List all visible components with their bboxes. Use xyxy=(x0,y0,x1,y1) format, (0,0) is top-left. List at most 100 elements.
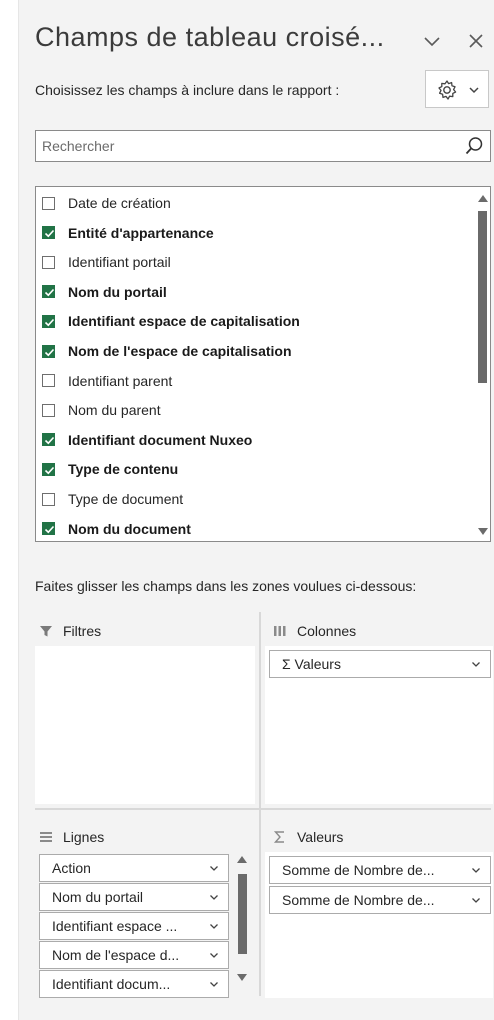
checkbox-unchecked[interactable] xyxy=(42,403,55,417)
field-list-item[interactable]: Nom du parent xyxy=(42,396,161,424)
values-drop-area[interactable]: Somme de Nombre de... Somme de Nombre de.… xyxy=(265,852,493,998)
chip-label: Action xyxy=(52,860,91,876)
scroll-down-arrow-icon[interactable] xyxy=(478,528,488,535)
columns-chip-values[interactable]: Σ Valeurs xyxy=(269,650,491,678)
filters-drop-area[interactable] xyxy=(35,646,255,804)
chevron-down-icon[interactable] xyxy=(206,893,228,901)
filters-area-header: Filtres xyxy=(39,620,101,642)
sigma-icon xyxy=(273,831,284,843)
drag-areas-hint: Faites glisser les champs dans les zones… xyxy=(35,578,417,594)
field-list[interactable]: Nom du document Type de document Type de c… xyxy=(35,186,491,542)
values-area-header: Valeurs xyxy=(273,826,343,848)
checkbox-unchecked[interactable] xyxy=(42,255,55,269)
field-label: Type de contenu xyxy=(68,461,179,478)
chip-label: Nom du portail xyxy=(52,889,144,905)
field-settings-button[interactable] xyxy=(425,70,489,108)
checkbox-checked[interactable] xyxy=(42,314,55,328)
field-label: Entité d'appartenance xyxy=(68,224,214,241)
field-list-item[interactable]: Identifiant espace de capitalisation xyxy=(42,307,300,335)
scroll-thumb[interactable] xyxy=(238,874,247,954)
field-list-item[interactable]: Date de création xyxy=(42,189,171,217)
scroll-up-arrow-icon[interactable] xyxy=(237,856,247,863)
pane-title: Champs de tableau croisé... xyxy=(35,22,385,52)
pane-subtitle: Choisissez les champs à inclure dans le … xyxy=(35,82,340,98)
field-label: Date de création xyxy=(68,195,171,211)
field-list-item[interactable]: Entité d'appartenance xyxy=(42,219,214,247)
search-field[interactable] xyxy=(35,130,491,162)
chip-label: Somme de Nombre de... xyxy=(282,892,435,908)
field-list-item[interactable]: Type de contenu xyxy=(42,455,178,483)
field-list-item[interactable]: Identifiant portail xyxy=(42,248,171,276)
chevron-down-icon[interactable] xyxy=(468,660,490,668)
chevron-down-icon xyxy=(469,87,479,94)
checkbox-unchecked[interactable] xyxy=(42,374,55,388)
rows-area-chip[interactable]: Nom du portail xyxy=(39,883,229,911)
checkbox-checked[interactable] xyxy=(42,433,55,447)
close-icon[interactable] xyxy=(465,30,487,52)
field-list-item[interactable]: Identifiant document Nuxeo xyxy=(42,426,252,454)
chevron-down-icon[interactable] xyxy=(206,980,228,988)
field-label: Nom du document xyxy=(68,520,191,537)
rows-area-chip[interactable]: Identifiant espace ... xyxy=(39,912,229,940)
checkbox-checked[interactable] xyxy=(42,522,55,536)
gear-icon xyxy=(438,80,457,100)
field-label: Identifiant espace de capitalisation xyxy=(68,313,300,330)
values-area-chip[interactable]: Somme de Nombre de... xyxy=(269,886,491,914)
field-label: Nom du parent xyxy=(68,402,161,419)
scroll-up-arrow-icon[interactable] xyxy=(478,195,488,202)
checkmark-icon xyxy=(44,526,55,534)
chip-label: Identifiant docum... xyxy=(52,976,171,992)
values-area-label: Valeurs xyxy=(297,829,344,845)
field-list-item[interactable]: Nom du portail xyxy=(42,278,167,306)
checkbox-unchecked[interactable] xyxy=(42,492,55,506)
scroll-thumb[interactable] xyxy=(478,211,487,383)
checkmark-icon xyxy=(44,437,55,445)
checkmark-icon xyxy=(44,318,55,327)
search-icon[interactable] xyxy=(464,136,484,156)
checkbox-checked[interactable] xyxy=(42,344,55,358)
field-list-scrollbar[interactable] xyxy=(474,187,490,541)
field-label: Identifiant document Nuxeo xyxy=(68,431,253,448)
field-list-item[interactable]: Type de document xyxy=(42,485,183,513)
rows-area-chip[interactable]: Nom de l'espace d... xyxy=(39,941,229,969)
chevron-down-icon[interactable] xyxy=(206,922,228,930)
columns-area-header: Colonnes xyxy=(273,620,356,642)
checkmark-icon xyxy=(44,289,55,297)
field-label: Identifiant parent xyxy=(68,372,173,389)
rows-area-label: Lignes xyxy=(63,829,105,845)
chevron-down-icon[interactable] xyxy=(206,951,228,959)
checkbox-checked[interactable] xyxy=(42,285,55,299)
rows-drop-area[interactable]: Action Nom du portail Identifiant espace .… xyxy=(35,852,255,998)
chevron-down-icon[interactable] xyxy=(468,866,490,874)
filter-icon xyxy=(40,626,52,637)
checkmark-icon xyxy=(44,466,55,475)
rows-area-scrollbar[interactable] xyxy=(235,852,249,998)
chip-label: Identifiant espace ... xyxy=(52,918,178,934)
rows-area-header: Lignes xyxy=(39,826,104,848)
checkbox-unchecked[interactable] xyxy=(42,196,55,210)
zones-vertical-divider xyxy=(259,612,261,996)
zones-horizontal-divider xyxy=(35,808,491,810)
field-list-item[interactable]: Nom du document xyxy=(42,515,191,541)
filters-area-label: Filtres xyxy=(63,623,102,639)
rows-area-chip[interactable]: Action xyxy=(39,854,229,882)
rows-area-chip[interactable]: Identifiant docum... xyxy=(39,970,229,998)
chevron-down-icon[interactable] xyxy=(468,896,490,904)
field-list-item[interactable]: Nom de l'espace de capitalisation xyxy=(42,337,292,365)
field-label: Type de document xyxy=(68,491,184,507)
pivot-field-list-pane: Champs de tableau croisé... Choisissez l… xyxy=(18,0,494,1020)
field-list-item[interactable]: Identifiant parent xyxy=(42,367,172,395)
columns-area-label: Colonnes xyxy=(297,623,357,639)
checkbox-checked[interactable] xyxy=(42,226,55,240)
field-label: Identifiant portail xyxy=(68,254,171,271)
search-input[interactable] xyxy=(42,135,452,157)
field-label: Nom du portail xyxy=(68,283,167,300)
chip-label: Nom de l'espace d... xyxy=(52,947,180,963)
pane-options-chevron-icon[interactable] xyxy=(421,30,443,52)
worksheet-edge xyxy=(0,0,18,1020)
checkbox-checked[interactable] xyxy=(42,462,55,476)
scroll-down-arrow-icon[interactable] xyxy=(237,974,247,981)
field-label: Nom de l'espace de capitalisation xyxy=(68,343,292,359)
chevron-down-icon[interactable] xyxy=(206,864,228,872)
values-area-chip[interactable]: Somme de Nombre de... xyxy=(269,856,491,884)
